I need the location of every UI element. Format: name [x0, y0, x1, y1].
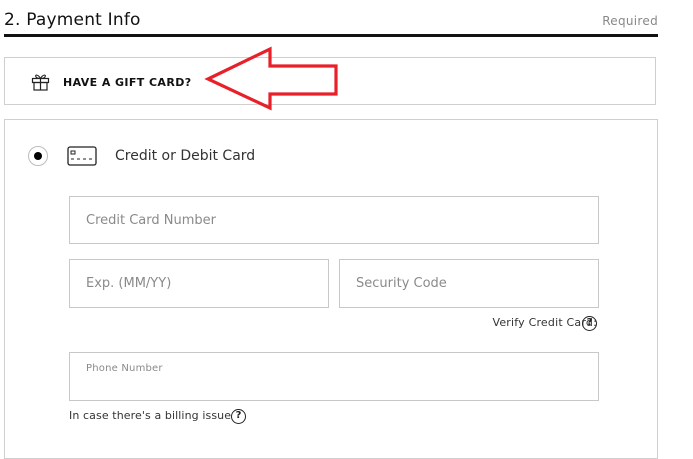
billing-issue-note: In case there's a billing issue [69, 409, 232, 422]
gift-icon [31, 74, 50, 91]
section-title: 2. Payment Info [4, 10, 141, 30]
required-label: Required [602, 14, 658, 28]
radio-selected-dot [34, 152, 42, 160]
credit-card-radio[interactable] [28, 146, 48, 166]
phone-number-label: Phone Number [86, 363, 163, 374]
header-divider [4, 34, 658, 37]
phone-number-field[interactable]: Phone Number [69, 352, 599, 401]
red-arrow-pointer [204, 46, 338, 111]
verify-help-icon[interactable]: ? [582, 316, 597, 331]
credit-card-label: Credit or Debit Card [115, 148, 256, 164]
card-number-input[interactable] [69, 196, 599, 244]
gift-card-label: HAVE A GIFT CARD? [63, 76, 192, 89]
phone-number-input[interactable] [86, 377, 576, 395]
billing-help-icon[interactable]: ? [231, 409, 246, 424]
payment-info-header: 2. Payment Info Required [4, 0, 658, 37]
expiration-input[interactable] [69, 259, 329, 308]
credit-card-icon [67, 146, 97, 166]
security-code-input[interactable] [339, 259, 599, 308]
